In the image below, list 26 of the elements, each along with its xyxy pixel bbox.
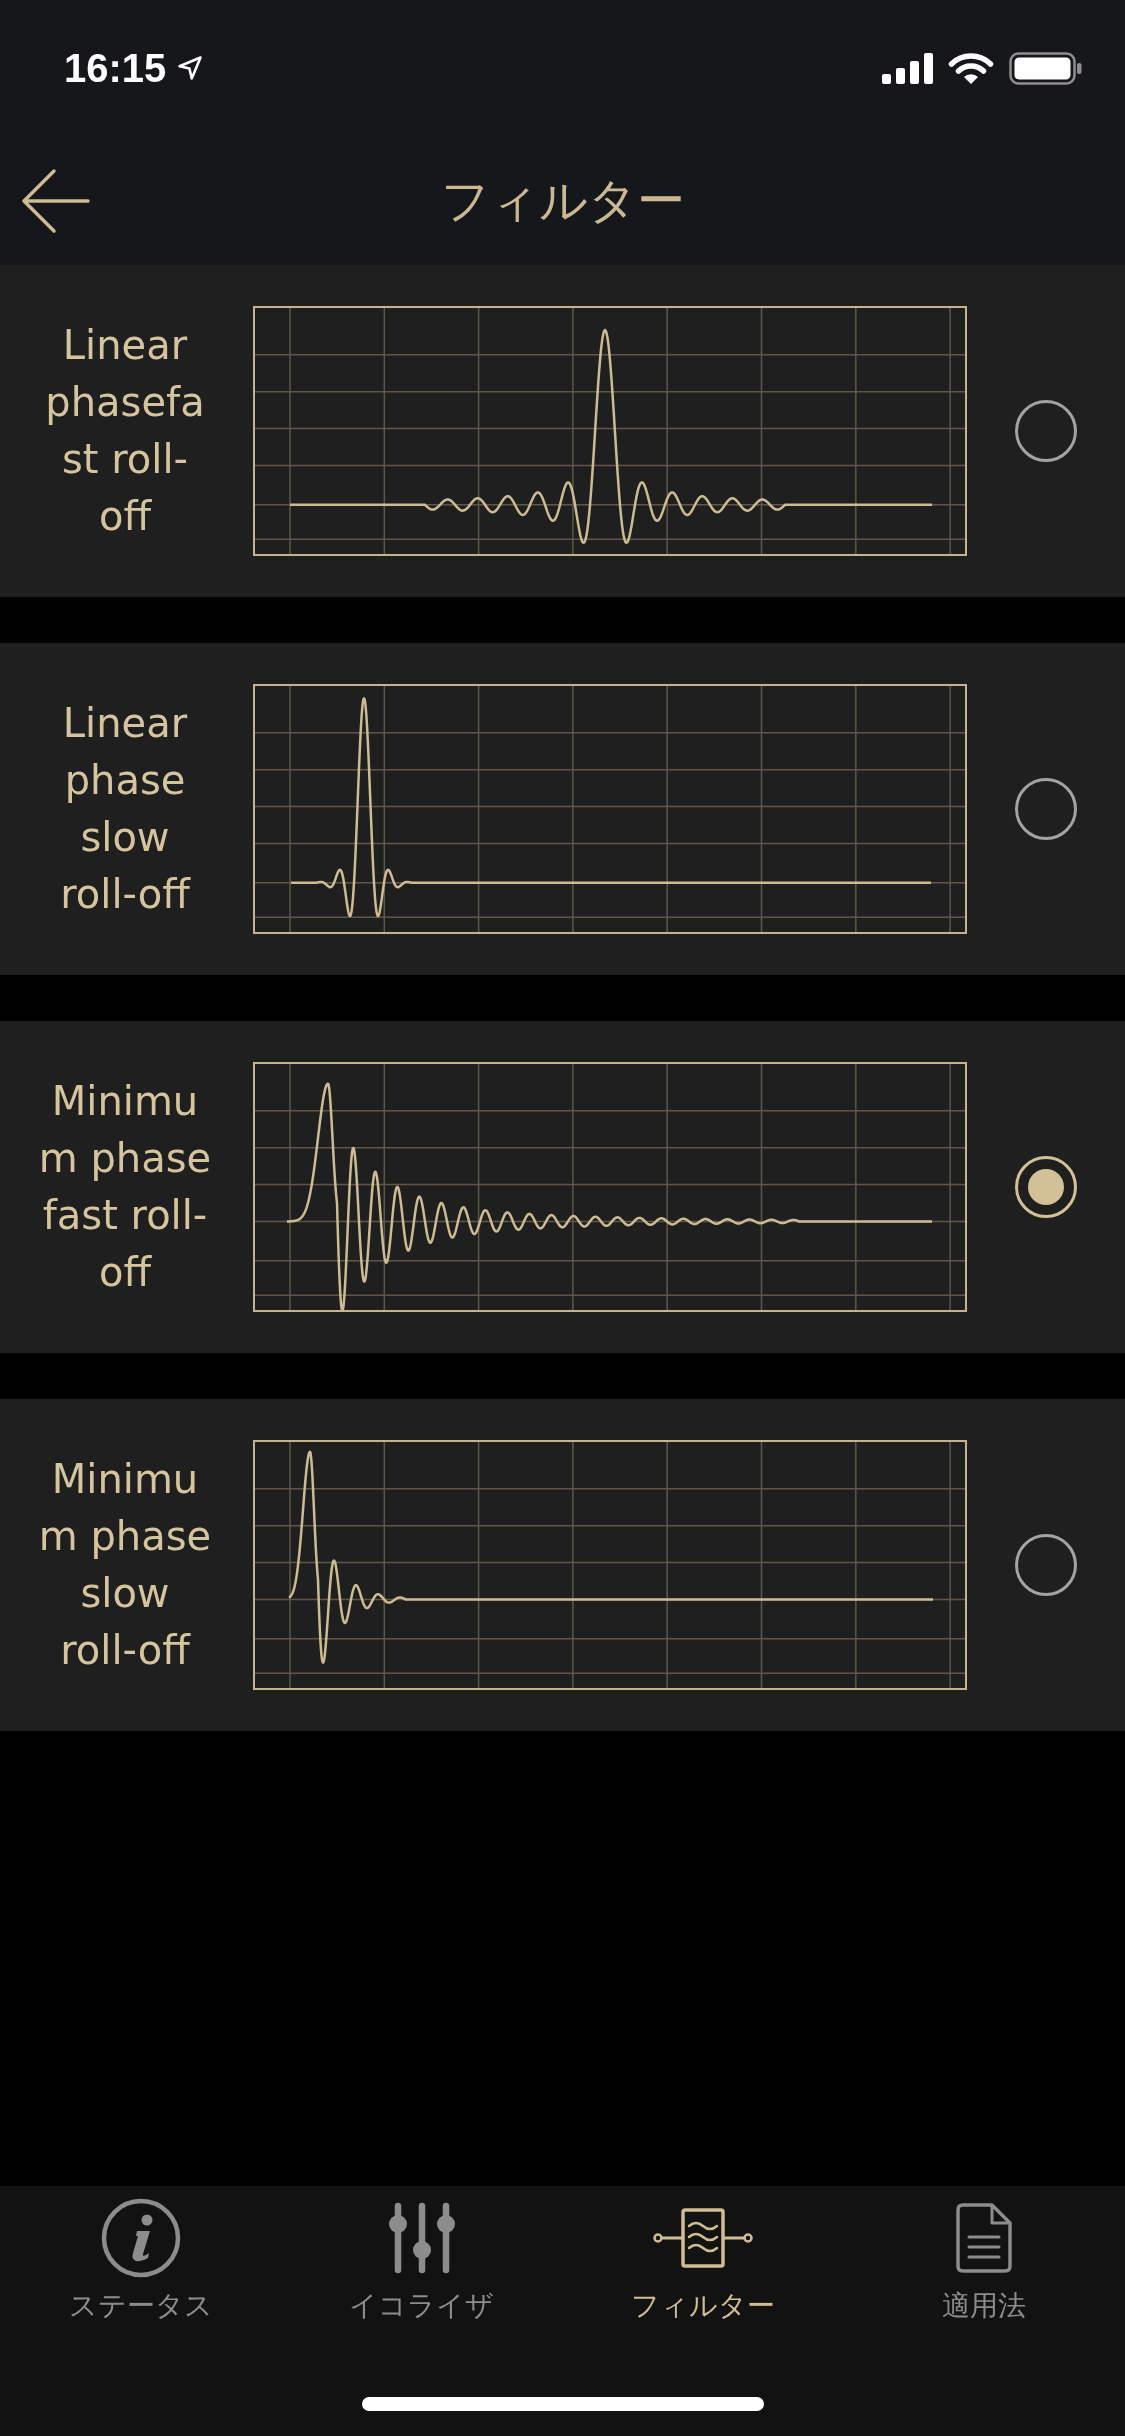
battery-icon (1009, 51, 1082, 85)
filter-label: Minimum phase fast roll-off (37, 1077, 213, 1297)
info-icon (100, 2198, 181, 2278)
filter-option-card[interactable]: Linear phasefast roll-off (0, 265, 1125, 597)
tab-item[interactable]: ステータス (0, 2186, 282, 2323)
wifi-icon (948, 51, 994, 85)
status-time: 16:15 (64, 45, 167, 92)
radio-button[interactable] (1015, 778, 1077, 840)
filter-option-card[interactable]: Linear phase slow roll-off (0, 643, 1125, 975)
document-icon (954, 2203, 1015, 2273)
tab-item[interactable]: イコライザ (281, 2186, 563, 2323)
filter-label: Minimum phase slow roll-off (37, 1455, 213, 1675)
filter-option-card[interactable]: Minimum phase fast roll-off (0, 1021, 1125, 1353)
waveform-box-icon (653, 2208, 754, 2268)
radio-button[interactable] (1015, 1156, 1077, 1218)
radio-button[interactable] (1015, 1534, 1077, 1596)
back-arrow-icon (20, 167, 90, 234)
filter-label: Linear phasefast roll-off (44, 321, 206, 541)
tab-item[interactable]: フィルター (562, 2186, 844, 2323)
filter-option-card[interactable]: Minimum phase slow roll-off (0, 1399, 1125, 1731)
signal-icon (882, 52, 933, 84)
header-title: フィルター (440, 172, 685, 229)
location-arrow-icon (176, 54, 205, 82)
tab-item[interactable]: 適用法 (843, 2186, 1125, 2323)
radio-button[interactable] (1015, 400, 1077, 462)
filter-label: Linear phase slow roll-off (59, 699, 192, 919)
